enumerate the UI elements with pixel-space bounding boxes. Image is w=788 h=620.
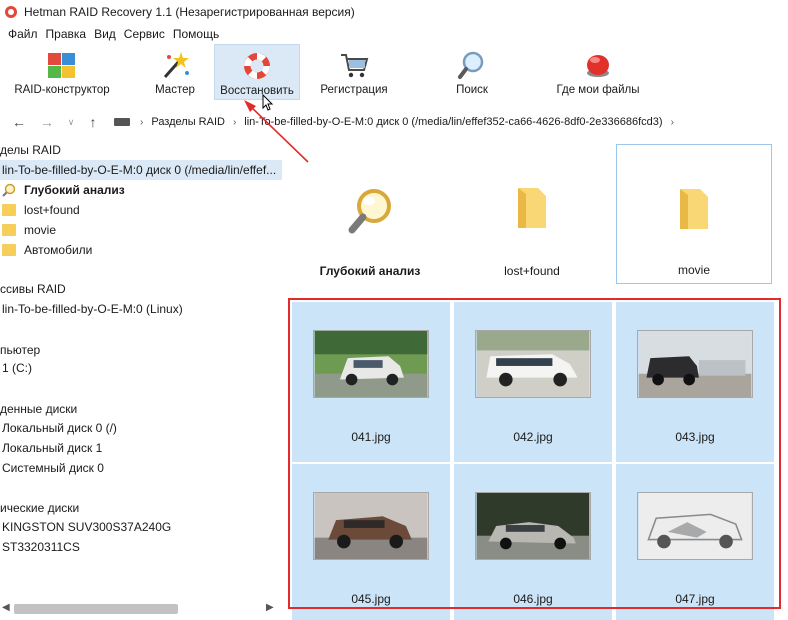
folder-icon <box>2 224 16 236</box>
tile-deep-analysis[interactable]: Глубокий анализ <box>292 144 448 284</box>
tree-label: Системный диск 0 <box>2 461 104 475</box>
tree-item-raid-array[interactable]: lin-To-be-filled-by-O-E-M:0 (Linux) <box>2 299 183 319</box>
tree-label: ссивы RAID <box>0 282 66 296</box>
tree-label: 1 (C:) <box>2 361 32 375</box>
chevron-right-icon: › <box>670 116 674 128</box>
tree-section-computer[interactable]: пьютер <box>0 340 40 360</box>
tree-section-raid-partitions[interactable]: делы RAID <box>0 140 61 160</box>
raid-builder-label: RAID-конструктор <box>14 84 110 96</box>
search-label: Поиск <box>456 84 488 96</box>
toolbar: RAID-конструктор Мастер Восстановить Рег… <box>0 44 788 102</box>
magnifier-icon <box>455 48 489 82</box>
breadcrumb-disk0[interactable]: lin-To-be-filled-by-O-E-M:0 диск 0 (/med… <box>244 116 662 128</box>
tile-label: movie <box>677 263 710 277</box>
highlight-frame <box>288 298 781 609</box>
tree-label: делы RAID <box>0 143 61 157</box>
tile-lost-found[interactable]: lost+found <box>454 144 610 284</box>
tree-label: lost+found <box>24 203 80 217</box>
magic-wand-icon <box>158 48 192 82</box>
magnifier-icon <box>348 189 391 234</box>
register-label: Регистрация <box>320 84 388 96</box>
tree-section-physical-disks[interactable]: ические диски <box>0 498 79 518</box>
magnifier-icon <box>2 183 16 197</box>
title-bar: Hetman RAID Recovery 1.1 (Незарегистриро… <box>0 0 788 24</box>
shopping-cart-icon <box>337 48 371 82</box>
tree-item-local-disk-1[interactable]: Локальный диск 1 <box>2 438 102 458</box>
menu-file[interactable]: Файл <box>6 27 44 41</box>
folder-tree: делы RAID lin-To-be-filled-by-O-E-M:0 ди… <box>0 138 282 600</box>
menu-help[interactable]: Помощь <box>171 27 225 41</box>
tree-item-system-disk-0[interactable]: Системный диск 0 <box>2 458 104 478</box>
tree-item-movie[interactable]: movie <box>2 220 56 240</box>
register-button[interactable]: Регистрация <box>312 44 396 100</box>
restore-label: Восстановить <box>220 85 294 97</box>
where-my-files-button[interactable]: Где мои файлы <box>548 44 648 100</box>
drive-icon <box>114 118 130 126</box>
tree-item-kingston[interactable]: KINGSTON SUV300S37A240G <box>2 517 171 537</box>
chevron-right-icon: › <box>232 116 237 128</box>
tile-movie[interactable]: movie <box>616 144 772 284</box>
tree-item-local-disk-0[interactable]: Локальный диск 0 (/) <box>2 418 117 438</box>
mouse-cursor-icon <box>262 94 274 111</box>
scrollbar-thumb[interactable] <box>14 604 178 614</box>
tile-label: Глубокий анализ <box>319 264 421 278</box>
tree-section-mounted-disks[interactable]: денные диски <box>0 399 77 419</box>
menu-edit[interactable]: Правка <box>44 27 93 41</box>
search-button[interactable]: Поиск <box>444 44 500 100</box>
restore-button[interactable]: Восстановить <box>214 44 300 100</box>
app-logo-icon <box>5 6 17 18</box>
tree-label: Автомобили <box>24 243 93 257</box>
tree-label: ические диски <box>0 501 80 515</box>
tree-item-auto[interactable]: Автомобили <box>2 240 92 260</box>
tree-label: Локальный диск 1 <box>2 441 103 455</box>
lifebuoy-icon <box>240 49 274 83</box>
folder-icon <box>2 204 16 216</box>
folder-icon <box>518 188 546 228</box>
folder-icon <box>680 189 708 229</box>
folder-icon <box>2 244 16 256</box>
window-title: Hetman RAID Recovery 1.1 (Незарегистриро… <box>24 5 355 19</box>
wizard-label: Мастер <box>155 84 195 96</box>
where-my-files-label: Где мои файлы <box>556 84 640 96</box>
tree-item-disk0[interactable]: lin-To-be-filled-by-O-E-M:0 диск 0 (/med… <box>0 160 282 180</box>
chevron-right-icon: › <box>140 116 144 128</box>
tree-section-raid-arrays[interactable]: ссивы RAID <box>0 279 66 299</box>
breadcrumb-raid-partitions[interactable]: Разделы RAID <box>151 116 225 128</box>
tree-label: lin-To-be-filled-by-O-E-M:0 диск 0 (/med… <box>2 163 277 177</box>
scroll-right-arrow-icon[interactable]: ▶ <box>266 602 274 613</box>
history-chevron-icon[interactable]: ∨ <box>60 117 82 128</box>
tree-label: пьютер <box>0 343 41 357</box>
tree-item-drive-c[interactable]: 1 (C:) <box>2 358 32 378</box>
menu-view[interactable]: Вид <box>92 27 122 41</box>
forward-arrow-icon[interactable]: → <box>36 114 58 130</box>
puzzle-icon <box>45 48 79 82</box>
tree-label: Локальный диск 0 (/) <box>2 421 117 435</box>
tree-label: ST3320311CS <box>2 540 80 554</box>
tile-label: lost+found <box>504 264 560 278</box>
tree-label: lin-To-be-filled-by-O-E-M:0 (Linux) <box>2 302 183 316</box>
tree-item-lost-found[interactable]: lost+found <box>2 200 80 220</box>
path-breadcrumb[interactable]: › Разделы RAID › lin-To-be-filled-by-O-E… <box>108 110 788 134</box>
up-arrow-icon[interactable]: ↑ <box>82 114 104 130</box>
menu-tools[interactable]: Сервис <box>122 27 171 41</box>
tree-label: Глубокий анализ <box>24 183 125 197</box>
tree-label: денные диски <box>0 402 78 416</box>
menu-bar: Файл Правка Вид Сервис Помощь <box>0 24 788 44</box>
tree-horizontal-scrollbar[interactable]: ◀ ▶ <box>0 600 282 620</box>
tree-label: KINGSTON SUV300S37A240G <box>2 520 172 534</box>
tree-item-st[interactable]: ST3320311CS <box>2 537 80 557</box>
help-button-icon <box>581 48 615 82</box>
tree-item-deep-analysis[interactable]: Глубокий анализ <box>2 180 125 200</box>
raid-builder-button[interactable]: RAID-конструктор <box>8 44 116 100</box>
back-arrow-icon[interactable]: ← <box>8 114 30 130</box>
address-bar: ← → ∨ ↑ › Разделы RAID › lin-To-be-fille… <box>0 108 788 136</box>
tree-label: movie <box>24 223 57 237</box>
wizard-button[interactable]: Мастер <box>146 44 204 100</box>
scroll-left-arrow-icon[interactable]: ◀ <box>2 602 10 613</box>
